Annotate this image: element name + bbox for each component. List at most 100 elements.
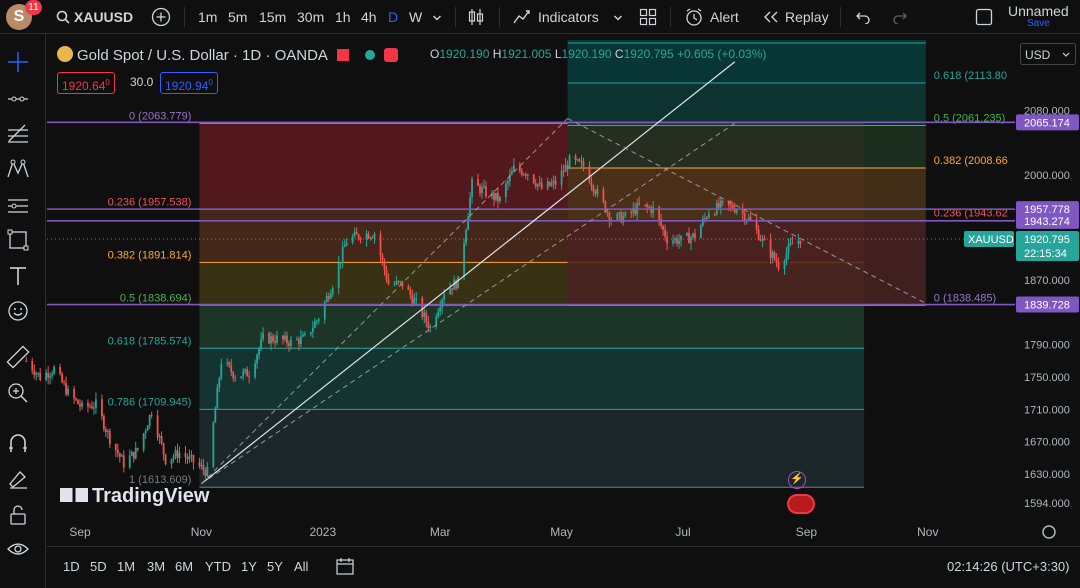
candle-body xyxy=(662,225,664,230)
candle-body xyxy=(45,372,48,381)
candle-body xyxy=(415,298,418,300)
candle-body xyxy=(232,372,235,379)
candle-body xyxy=(186,457,189,460)
candle-body xyxy=(87,402,89,407)
candle-body xyxy=(355,232,358,235)
symbol-legend[interactable]: Gold Spot / U.S. Dollar · 1D · OANDA xyxy=(57,46,398,64)
candle-body xyxy=(230,365,233,373)
candle-body xyxy=(512,165,515,171)
candle-body xyxy=(240,376,243,379)
candle-body xyxy=(385,269,388,280)
range-3m[interactable]: 3M xyxy=(147,547,165,587)
candle-body xyxy=(35,373,38,375)
events-lightning-icon[interactable]: ⚡ xyxy=(788,471,806,489)
fib-right-zone xyxy=(567,125,926,169)
candle-body xyxy=(341,247,344,263)
candle-body xyxy=(520,170,523,175)
sell-price-button[interactable]: 1920.640 xyxy=(57,72,115,94)
candle-body xyxy=(552,180,555,184)
candle-body xyxy=(345,242,348,246)
range-5d[interactable]: 5D xyxy=(90,547,107,587)
candle-body xyxy=(666,236,668,244)
candle-body xyxy=(102,416,105,430)
candle-body xyxy=(156,415,159,438)
candle-body xyxy=(590,182,593,186)
tradingview-watermark[interactable]: TradingView xyxy=(60,485,209,508)
candle-body xyxy=(700,225,702,238)
price-tag-label: 1943.274 xyxy=(1024,216,1070,228)
candle-body xyxy=(130,451,133,456)
candle-body xyxy=(93,407,95,409)
candle-body xyxy=(114,444,117,450)
candle-body xyxy=(47,372,50,378)
candle-body xyxy=(582,161,585,167)
candle-body xyxy=(313,321,316,328)
candle-body xyxy=(160,435,163,444)
symbol-tag-label: XAUUSD xyxy=(968,234,1014,246)
candle-body xyxy=(89,406,91,408)
candle-body xyxy=(172,456,175,459)
fib-left-level-label: 0.5 (1838.694) xyxy=(120,292,192,304)
candle-body xyxy=(707,214,710,218)
candle-body xyxy=(411,295,414,304)
candle-body xyxy=(576,159,579,161)
range-all[interactable]: All xyxy=(294,547,308,587)
candle-body xyxy=(301,334,304,337)
range-6m[interactable]: 6M xyxy=(175,547,193,587)
spread-value: 30.0 xyxy=(130,75,154,89)
candle-body xyxy=(638,203,641,205)
candle-body xyxy=(504,184,507,198)
candle-body xyxy=(550,183,553,186)
candle-body xyxy=(481,187,483,194)
candle-body xyxy=(284,335,286,340)
fib-left-zone xyxy=(199,409,865,488)
candle-body xyxy=(351,236,354,243)
candle-body xyxy=(61,373,63,383)
candle-body xyxy=(118,453,121,457)
candle-body xyxy=(538,182,541,185)
candle-body xyxy=(648,206,651,208)
range-1m[interactable]: 1M xyxy=(117,547,135,587)
candle-body xyxy=(170,458,173,465)
candle-body xyxy=(429,326,432,329)
candle-body xyxy=(188,456,191,460)
candle-body xyxy=(506,181,509,185)
candle-body xyxy=(791,243,794,245)
candle-body xyxy=(381,255,384,261)
candle-body xyxy=(268,333,270,344)
economic-event-flag-icon[interactable] xyxy=(787,494,815,514)
candle-body xyxy=(315,320,318,322)
candle-body xyxy=(63,382,65,384)
candle-body xyxy=(108,430,111,445)
candle-body xyxy=(39,372,42,381)
currency-select[interactable]: USD xyxy=(1020,43,1076,65)
range-ytd[interactable]: YTD xyxy=(205,547,231,587)
candle-body xyxy=(274,341,276,343)
candle-body xyxy=(184,453,187,458)
candle-body xyxy=(393,284,396,286)
candle-body xyxy=(483,186,485,188)
candle-body xyxy=(329,293,332,299)
range-5y[interactable]: 5Y xyxy=(267,547,283,587)
y-tick-label: 1710.000 xyxy=(1024,404,1070,416)
buy-price-button[interactable]: 1920.940 xyxy=(160,72,218,94)
candle-body xyxy=(379,234,382,256)
candle-body xyxy=(729,204,732,206)
candle-body xyxy=(546,181,549,189)
range-1y[interactable]: 1Y xyxy=(241,547,257,587)
candle-body xyxy=(67,388,69,395)
go-to-date-icon[interactable] xyxy=(335,547,355,587)
range-1d[interactable]: 1D xyxy=(63,547,80,587)
candle-body xyxy=(479,185,481,194)
timezone-clock[interactable]: 02:14:26 (UTC+3:30) xyxy=(947,547,1069,587)
candle-body xyxy=(618,212,621,214)
ohlc-values: O1920.190 H1921.005 L1920.190 C1920.795 … xyxy=(430,47,767,61)
candle-body xyxy=(413,298,416,304)
market-open-icon xyxy=(365,50,376,60)
candle-body xyxy=(272,336,274,342)
candle-body xyxy=(75,398,77,400)
flag-icon[interactable] xyxy=(337,49,350,61)
candle-body xyxy=(150,415,153,417)
candle-body xyxy=(290,339,292,347)
candle-body xyxy=(296,339,298,341)
